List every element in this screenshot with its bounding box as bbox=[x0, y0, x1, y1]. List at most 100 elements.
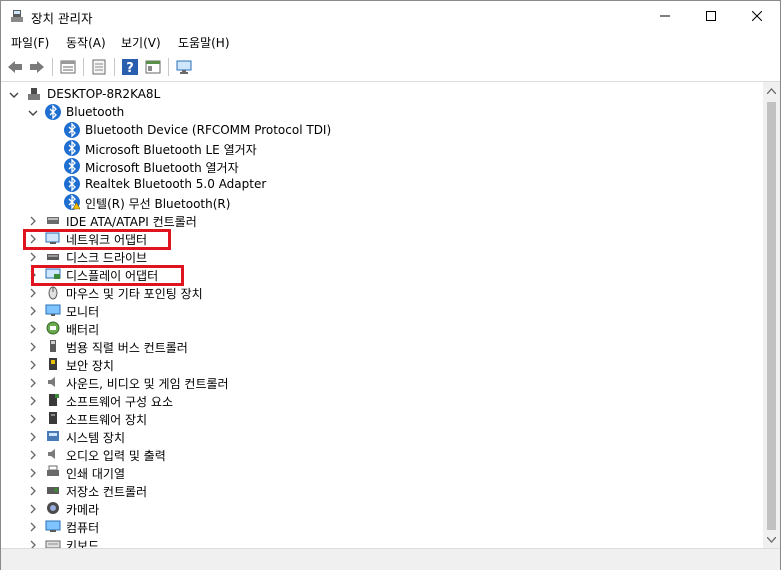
device-item[interactable]: Realtek Bluetooth 5.0 Adapter bbox=[1, 175, 761, 193]
title-bar[interactable]: 장치 관리자 bbox=[1, 1, 780, 31]
chevron-right-icon[interactable] bbox=[28, 395, 38, 406]
category-row[interactable]: 컴퓨터 bbox=[1, 517, 761, 535]
print-queue-icon bbox=[45, 464, 61, 480]
device-label: Bluetooth Device (RFCOMM Protocol TDI) bbox=[85, 123, 332, 137]
chevron-right-icon[interactable] bbox=[28, 251, 38, 262]
category-label: 저장소 컨트롤러 bbox=[66, 485, 148, 499]
scroll-down-icon[interactable] bbox=[763, 531, 780, 548]
chevron-right-icon[interactable] bbox=[28, 467, 38, 478]
chevron-right-icon[interactable] bbox=[28, 503, 38, 514]
category-row[interactable]: 저장소 컨트롤러 bbox=[1, 481, 761, 499]
bluetooth-icon bbox=[64, 176, 80, 192]
device-item[interactable]: Microsoft Bluetooth LE 열거자 bbox=[1, 139, 761, 157]
maximize-button[interactable] bbox=[688, 1, 734, 31]
back-arrow-icon[interactable] bbox=[6, 58, 24, 76]
computer-icon bbox=[45, 518, 61, 534]
svg-text:?: ? bbox=[126, 61, 134, 76]
device-item[interactable]: Microsoft Bluetooth 열거자 bbox=[1, 157, 761, 175]
menu-bar: 파일(F) 동작(A) 보기(V) 도움말(H) bbox=[1, 31, 780, 53]
category-row[interactable]: 소프트웨어 구성 요소 bbox=[1, 391, 761, 409]
category-label: 소프트웨어 장치 bbox=[66, 413, 148, 427]
category-row[interactable]: 인쇄 대기열 bbox=[1, 463, 761, 481]
bluetooth-icon bbox=[64, 158, 80, 174]
mouse-icon bbox=[45, 284, 61, 300]
chevron-right-icon[interactable] bbox=[28, 323, 38, 334]
system-device-icon bbox=[45, 428, 61, 444]
forward-arrow-icon[interactable] bbox=[28, 58, 46, 76]
close-button[interactable] bbox=[734, 1, 780, 31]
disk-drive-icon bbox=[45, 248, 61, 264]
chevron-right-icon[interactable] bbox=[28, 359, 38, 370]
chevron-right-icon[interactable] bbox=[28, 215, 38, 226]
device-label: Microsoft Bluetooth 열거자 bbox=[85, 161, 239, 175]
category-label: 컴퓨터 bbox=[66, 521, 100, 535]
device-item[interactable]: 인텔(R) 무선 Bluetooth(R) bbox=[1, 193, 761, 211]
toolbar: ? bbox=[1, 53, 780, 82]
computer-icon bbox=[26, 86, 42, 102]
category-row[interactable]: 소프트웨어 장치 bbox=[1, 409, 761, 427]
category-row[interactable]: IDE ATA/ATAPI 컨트롤러 bbox=[1, 211, 761, 229]
storage-controller-icon bbox=[45, 482, 61, 498]
category-row[interactable]: 오디오 입력 및 출력 bbox=[1, 445, 761, 463]
disk-controller-icon bbox=[45, 212, 61, 228]
category-row[interactable]: 시스템 장치 bbox=[1, 427, 761, 445]
category-row[interactable]: 범용 직렬 버스 컨트롤러 bbox=[1, 337, 761, 355]
chevron-right-icon[interactable] bbox=[28, 413, 38, 424]
menu-file[interactable]: 파일(F) bbox=[9, 34, 51, 51]
view-icon[interactable] bbox=[144, 58, 162, 76]
category-label: 카메라 bbox=[66, 503, 100, 517]
category-label: 사운드, 비디오 및 게임 컨트롤러 bbox=[66, 377, 229, 391]
chevron-right-icon[interactable] bbox=[28, 521, 38, 532]
status-bar bbox=[1, 548, 780, 570]
category-row[interactable]: 모니터 bbox=[1, 301, 761, 319]
monitor-icon bbox=[45, 302, 61, 318]
device-tree: DESKTOP-8R2KA8L Bluetooth Bluetooth Devi… bbox=[1, 82, 761, 548]
menu-view[interactable]: 보기(V) bbox=[119, 34, 163, 51]
category-label: 시스템 장치 bbox=[66, 431, 126, 445]
chevron-right-icon[interactable] bbox=[28, 377, 38, 388]
audio-io-icon bbox=[45, 446, 61, 462]
minimize-button[interactable] bbox=[642, 1, 688, 31]
chevron-down-icon[interactable] bbox=[28, 107, 38, 117]
device-label: Microsoft Bluetooth LE 열거자 bbox=[85, 143, 257, 157]
properties-icon[interactable] bbox=[59, 58, 77, 76]
category-bluetooth[interactable]: Bluetooth bbox=[1, 103, 761, 121]
camera-icon bbox=[45, 500, 61, 516]
chevron-right-icon[interactable] bbox=[28, 485, 38, 496]
help-icon[interactable]: ? bbox=[121, 58, 139, 76]
device-manager-window: 장치 관리자 파일(F) 동작(A) 보기(V) 도움말(H) ? DESKTO… bbox=[0, 0, 781, 570]
scroll-up-icon[interactable] bbox=[763, 82, 780, 99]
device-label: Realtek Bluetooth 5.0 Adapter bbox=[85, 177, 267, 191]
bluetooth-icon bbox=[64, 122, 80, 138]
category-label: 오디오 입력 및 출력 bbox=[66, 449, 166, 463]
category-row[interactable]: 배터리 bbox=[1, 319, 761, 337]
usb-controller-icon bbox=[45, 338, 61, 354]
chevron-right-icon[interactable] bbox=[28, 431, 38, 442]
device-manager-icon bbox=[9, 8, 25, 24]
chevron-right-icon[interactable] bbox=[28, 539, 38, 548]
monitor-icon[interactable] bbox=[175, 58, 193, 76]
device-item[interactable]: Bluetooth Device (RFCOMM Protocol TDI) bbox=[1, 121, 761, 139]
category-label: 소프트웨어 구성 요소 bbox=[66, 395, 173, 409]
menu-action[interactable]: 동작(A) bbox=[64, 34, 108, 51]
category-row[interactable]: 보안 장치 bbox=[1, 355, 761, 373]
chevron-right-icon[interactable] bbox=[28, 305, 38, 316]
category-row[interactable]: 카메라 bbox=[1, 499, 761, 517]
device-label: 인텔(R) 무선 Bluetooth(R) bbox=[85, 197, 231, 211]
chevron-right-icon[interactable] bbox=[28, 341, 38, 352]
battery-icon bbox=[45, 320, 61, 336]
document-icon[interactable] bbox=[90, 58, 108, 76]
category-label: 배터리 bbox=[66, 323, 100, 337]
chevron-down-icon[interactable] bbox=[9, 89, 19, 99]
chevron-right-icon[interactable] bbox=[28, 449, 38, 460]
vertical-scrollbar[interactable] bbox=[763, 82, 780, 548]
tree-root[interactable]: DESKTOP-8R2KA8L bbox=[1, 85, 761, 103]
scrollbar-thumb[interactable] bbox=[767, 102, 776, 530]
category-row[interactable]: 키보드 bbox=[1, 535, 761, 548]
bluetooth-icon bbox=[64, 140, 80, 156]
highlight-network-adapter bbox=[23, 229, 171, 250]
menu-help[interactable]: 도움말(H) bbox=[176, 34, 232, 51]
category-row[interactable]: 사운드, 비디오 및 게임 컨트롤러 bbox=[1, 373, 761, 391]
software-device-icon bbox=[45, 410, 61, 426]
chevron-right-icon[interactable] bbox=[28, 287, 38, 298]
